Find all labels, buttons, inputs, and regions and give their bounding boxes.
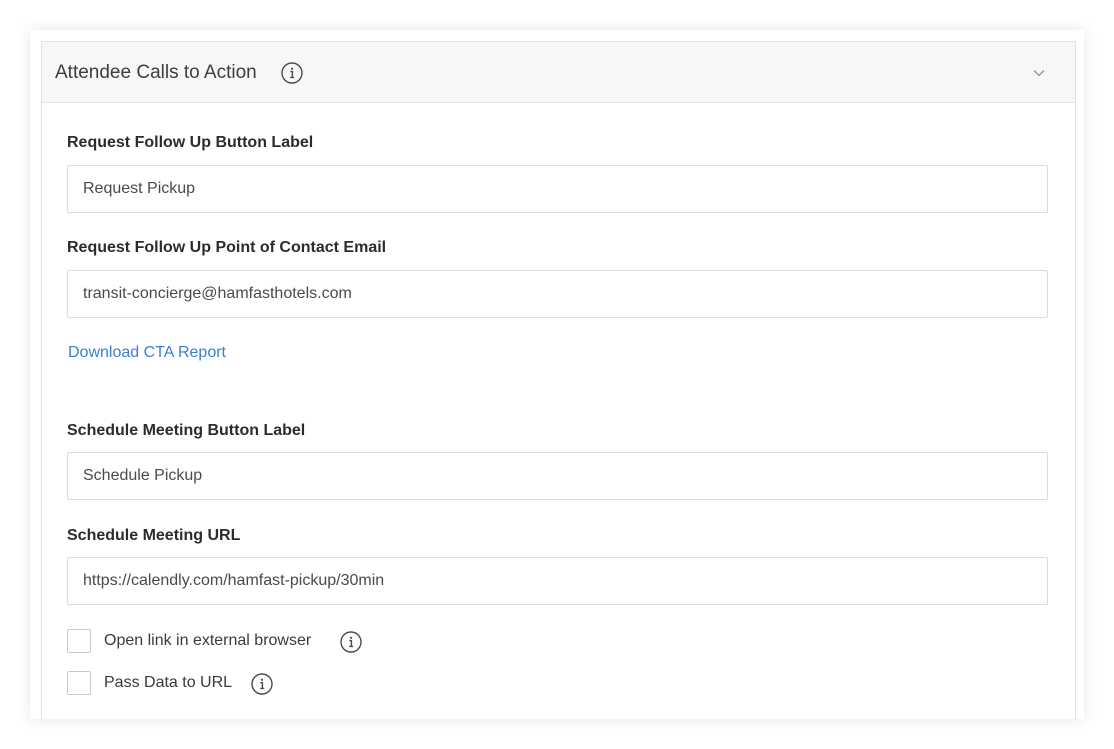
panel-title: Attendee Calls to Action [55, 62, 257, 83]
panel-header[interactable]: Attendee Calls to Action [42, 42, 1075, 103]
pass-data-label: Pass Data to URL [104, 674, 233, 691]
request-follow-up-email-heading: Request Follow Up Point of Contact Email [67, 239, 387, 256]
schedule-meeting-url-heading: Schedule Meeting URL [67, 527, 241, 544]
pass-data-checkbox[interactable] [67, 671, 91, 695]
info-icon[interactable] [340, 631, 362, 653]
schedule-meeting-label-heading: Schedule Meeting Button Label [67, 422, 306, 439]
info-icon[interactable] [251, 673, 273, 695]
chevron-down-icon[interactable] [1032, 66, 1046, 80]
open-external-label: Open link in external browser [104, 632, 312, 649]
schedule-meeting-label-input[interactable]: Schedule Pickup [67, 452, 1048, 500]
schedule-meeting-url-input[interactable]: https://calendly.com/hamfast-pickup/30mi… [67, 557, 1048, 605]
settings-card: Attendee Calls to Action Request Follow … [30, 30, 1084, 719]
attendee-cta-panel: Attendee Calls to Action Request Follow … [41, 41, 1076, 719]
open-external-checkbox[interactable] [67, 629, 91, 653]
info-icon[interactable] [281, 62, 303, 84]
open-external-option[interactable]: Open link in external browser [67, 629, 367, 655]
request-follow-up-label-input[interactable]: Request Pickup [67, 165, 1048, 213]
pass-data-option[interactable]: Pass Data to URL [67, 671, 287, 697]
request-follow-up-email-input[interactable]: transit-concierge@hamfasthotels.com [67, 270, 1048, 318]
download-cta-report-link[interactable]: Download CTA Report [68, 343, 226, 363]
request-follow-up-label-heading: Request Follow Up Button Label [67, 134, 314, 151]
